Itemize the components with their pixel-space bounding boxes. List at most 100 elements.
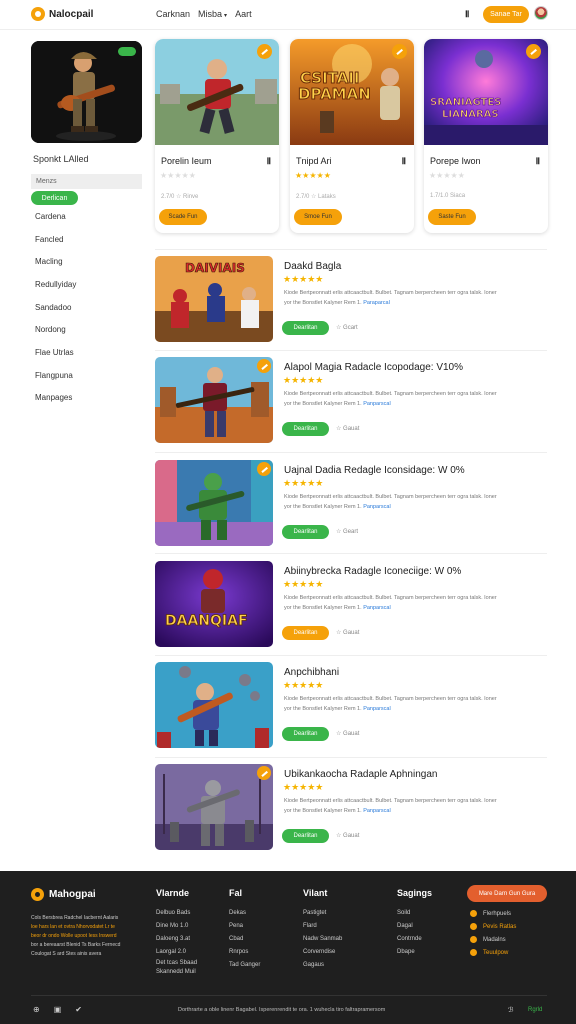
list-item-description: Kiode Bertpeonnatt erlis attcaactbult. B… (284, 696, 497, 712)
footer-link[interactable]: Delbuo Bads (156, 907, 197, 920)
download-button[interactable]: Dearlitan (282, 422, 329, 436)
footer-link[interactable]: Contrnde (397, 933, 432, 946)
sidebar-item-active[interactable]: Derlican (31, 191, 78, 205)
description-link[interactable]: Paraparcal (363, 300, 390, 306)
download-button[interactable]: Dearlitan (282, 525, 329, 539)
sidebar-item[interactable]: Flangpuna (31, 364, 142, 387)
footer-link[interactable]: Tad Ganger (229, 959, 260, 972)
footer-link[interactable]: Dekas (229, 907, 260, 920)
square-icon[interactable]: ▣ (54, 1005, 62, 1014)
soldier-guitar-art (31, 41, 142, 143)
list-item-title[interactable]: Uajnal Dadia Redagle Iconsidage: W 0% (284, 465, 465, 476)
pause-icon[interactable]: Ⅱ (536, 156, 540, 167)
nav-item[interactable]: Aart (235, 9, 252, 19)
sidebar-item[interactable]: Sandadoo (31, 296, 142, 319)
footer-link[interactable]: Skannedd Muil (156, 968, 197, 977)
social-link[interactable]: Madalns (470, 933, 516, 946)
featured-thumbnail[interactable] (31, 41, 142, 143)
user-avatar[interactable] (534, 6, 548, 20)
footer-link[interactable]: Nadw Sanmab (303, 933, 342, 946)
footer-link[interactable]: Corverndise (303, 946, 342, 959)
download-button[interactable]: Dearlitan (282, 727, 329, 741)
footer-cta-button[interactable]: Mare Darn Gun Gura (467, 885, 547, 902)
list-item-description: Kiode Bertpeonnatt erlis attcaactbult. B… (284, 391, 497, 407)
game-card[interactable]: CSITAII DPAMAN Tnipd Ari Ⅱ ★★★★★ 2.7/0 ☆… (290, 39, 414, 233)
footer-logo[interactable]: Mahogpai (31, 888, 96, 901)
share-icon[interactable] (526, 44, 541, 59)
footer-link[interactable]: Cbad (229, 933, 260, 946)
sidebar-section-label: Menzs (31, 174, 142, 189)
download-button[interactable]: Dearlitan (282, 829, 329, 843)
footer-link[interactable]: Soild (397, 907, 432, 920)
play-button[interactable]: Smoe Fun (294, 209, 342, 225)
footer-link[interactable]: Dbape (397, 946, 432, 959)
footer-link[interactable]: Dagal (397, 920, 432, 933)
list-item-title[interactable]: Abiinybrecka Radagle Iconeciige: W 0% (284, 566, 461, 577)
social-link[interactable]: Flerhpuels (470, 907, 516, 920)
sidebar-item[interactable]: Redullyiday (31, 273, 142, 296)
list-item-meta: ☆ Gauat (336, 731, 360, 737)
footer-link[interactable]: Det tcas Sbaad (156, 959, 197, 968)
social-link[interactable]: Teuulpow (470, 946, 516, 959)
header-cta-button[interactable]: Sanae Tar (483, 6, 529, 23)
footer-bottom-bar: ⊕ ▣ ✔ Dorthrarte a oble linenr Bagabel. … (0, 1002, 576, 1018)
sidebar-item[interactable]: Cardena (31, 205, 142, 228)
list-item[interactable]: DAIVIAIS Daakd Bagla ★★★★★ Kiode Bertpeo… (155, 256, 547, 352)
brand-icon[interactable]: ℬ (508, 1006, 514, 1014)
share-icon[interactable] (257, 359, 271, 373)
divider (155, 655, 547, 656)
list-item-title[interactable]: Alapol Magia Radacle Icopodage: V10% (284, 362, 463, 373)
share-icon[interactable] (257, 462, 271, 476)
check-icon[interactable]: ✔ (75, 1005, 82, 1014)
list-item[interactable]: DAANQIAF Abiinybrecka Radagle Iconeciige… (155, 561, 547, 657)
list-item[interactable]: Uajnal Dadia Redagle Iconsidage: W 0% ★★… (155, 460, 547, 556)
game-card[interactable]: Porelin Ieum Ⅱ ★★★★★ 2.7/0 ☆ Rinve Scade… (155, 39, 279, 233)
sidebar-item[interactable]: Nordong (31, 318, 142, 341)
footer-right-link[interactable]: Rgrld (528, 1007, 542, 1013)
share-icon[interactable] (257, 44, 272, 59)
pause-icon[interactable]: Ⅱ (402, 156, 406, 167)
list-item-title[interactable]: Ubikankaocha Radaple Aphningan (284, 769, 437, 780)
play-button[interactable]: Saste Fun (428, 209, 476, 225)
sidebar-item[interactable]: Macling (31, 250, 142, 273)
footer-link[interactable]: Rnrpos (229, 946, 260, 959)
description-link[interactable]: Panparscal (363, 401, 391, 407)
game-card[interactable]: SRANIAGTES LIANARAS Porepe Iwon Ⅱ ★★★★★ … (424, 39, 548, 233)
nav-item[interactable]: Carknan (156, 9, 190, 19)
sidebar-item[interactable]: Fancled (31, 228, 142, 251)
footer-link[interactable]: Laorgal 2.0 (156, 946, 197, 959)
pause-icon[interactable]: Ⅱ (465, 9, 469, 20)
social-link[interactable]: Pevis Ratlas (470, 920, 516, 933)
footer-link[interactable]: Pena (229, 920, 260, 933)
list-item-title[interactable]: Daakd Bagla (284, 261, 341, 272)
list-item[interactable]: Ubikankaocha Radaple Aphningan ★★★★★ Kio… (155, 764, 547, 860)
nav-item-dropdown[interactable]: Misba ▾ (198, 9, 227, 19)
list-item[interactable]: Alapol Magia Radacle Icopodage: V10% ★★★… (155, 357, 547, 453)
download-button[interactable]: Dearlitan (282, 626, 329, 640)
footer-link[interactable]: Daloeng 3.at (156, 933, 197, 946)
footer-link[interactable]: Gagaus (303, 959, 342, 972)
footer-link[interactable]: Flard (303, 920, 342, 933)
share-icon[interactable] (257, 766, 271, 780)
list-item-title[interactable]: Anpchibhani (284, 667, 339, 678)
play-button[interactable]: Scade Fun (159, 209, 207, 225)
description-link[interactable]: Panparscal (363, 706, 391, 712)
share-icon[interactable] (392, 44, 407, 59)
footer-link[interactable]: Dine Mo 1.0 (156, 920, 197, 933)
footer-divider (31, 995, 547, 996)
footer-link[interactable]: Pastigtet (303, 907, 342, 920)
globe-icon[interactable]: ⊕ (33, 1005, 40, 1014)
rating-stars: ★★★★★ (283, 782, 324, 792)
list-item[interactable]: Anpchibhani ★★★★★ Kiode Bertpeonnatt erl… (155, 662, 547, 758)
rating-stars: ★★★★★ (283, 274, 324, 284)
site-logo[interactable]: Nalocpail (31, 7, 93, 21)
description-link[interactable]: Panparscal (363, 504, 391, 510)
download-button[interactable]: Dearlitan (282, 321, 329, 335)
description-link[interactable]: Panparscal (363, 808, 391, 814)
description-link[interactable]: Panparscal (363, 605, 391, 611)
sidebar-item[interactable]: Manpages (31, 387, 142, 410)
list-item-description: Kiode Bertpeonnatt erlis attcaactbult. B… (284, 494, 497, 510)
sidebar-item[interactable]: Flae Utrlas (31, 341, 142, 364)
pause-icon[interactable]: Ⅱ (267, 156, 271, 167)
list-item-description: Kiode Bertpeonnatt erlis attcaactbult. B… (284, 798, 497, 814)
